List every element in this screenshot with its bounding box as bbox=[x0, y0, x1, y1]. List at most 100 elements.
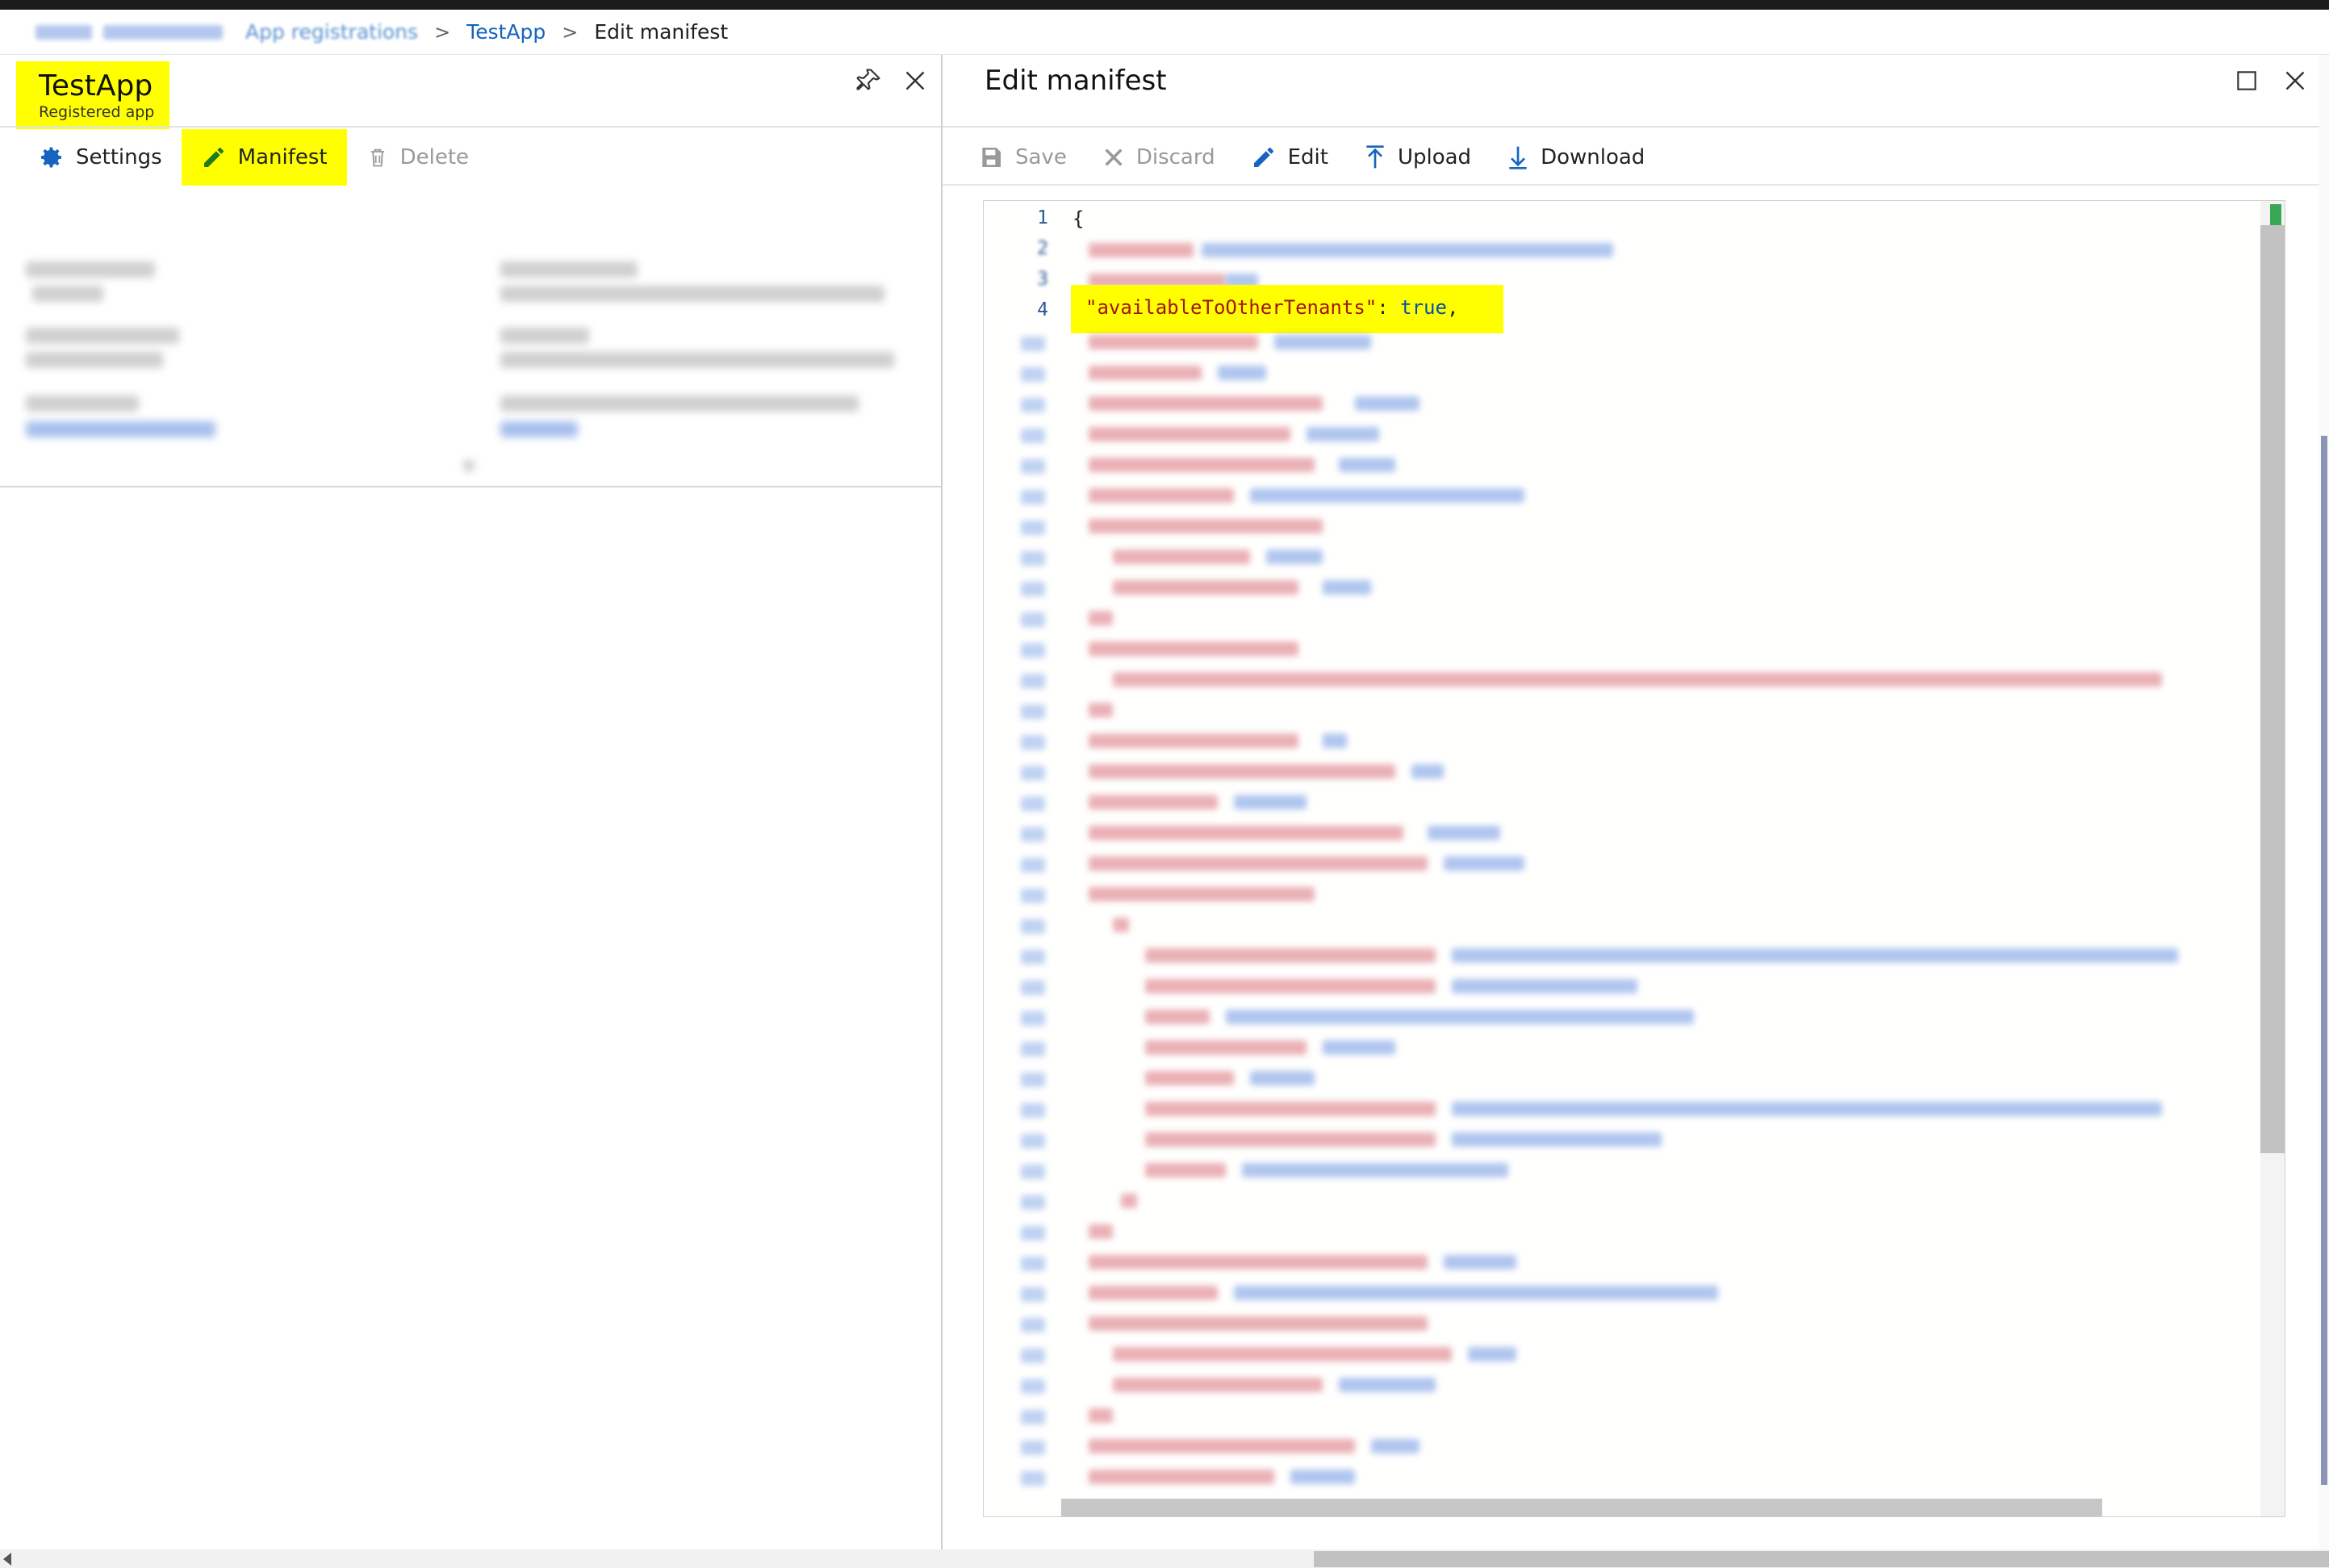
redacted-code bbox=[1323, 734, 1347, 748]
vertical-scrollbar-thumb[interactable] bbox=[2260, 225, 2285, 1153]
redacted-code bbox=[1089, 642, 1298, 656]
blade-title: Edit manifest bbox=[985, 65, 1167, 97]
delete-label: Delete bbox=[399, 145, 470, 169]
page-vertical-scrollbar-thumb[interactable] bbox=[2321, 436, 2327, 1485]
redacted-line-number bbox=[1021, 981, 1045, 995]
redacted-code bbox=[1113, 1347, 1452, 1361]
redacted-label bbox=[500, 328, 589, 344]
redacted-line-number bbox=[1021, 919, 1045, 934]
upload-button[interactable]: Upload bbox=[1364, 129, 1489, 186]
redacted-line-number bbox=[1021, 429, 1045, 443]
redacted-line-number bbox=[1021, 1226, 1045, 1240]
discard-button[interactable]: Discard bbox=[1102, 129, 1233, 186]
delete-button[interactable]: Delete bbox=[347, 129, 488, 186]
redacted-line-number bbox=[1021, 705, 1045, 719]
redacted-line-number bbox=[1021, 889, 1045, 903]
line-number: 3 bbox=[1037, 269, 1048, 290]
manifest-label: Manifest bbox=[237, 145, 328, 169]
breadcrumb-item-redacted[interactable] bbox=[36, 24, 92, 40]
breadcrumb-item-testapp[interactable]: TestApp bbox=[466, 20, 546, 44]
edit-button[interactable]: Edit bbox=[1251, 129, 1346, 186]
redacted-code bbox=[1113, 672, 2162, 687]
redacted-code bbox=[1089, 1408, 1113, 1423]
redacted-code bbox=[1089, 1255, 1428, 1269]
redacted-line-number bbox=[1021, 521, 1045, 535]
breadcrumb-item-redacted[interactable] bbox=[103, 24, 223, 40]
redacted-code bbox=[1452, 948, 2178, 963]
redacted-code bbox=[1250, 488, 1524, 503]
redacted-code bbox=[1113, 580, 1298, 595]
save-button[interactable]: Save bbox=[978, 129, 1085, 186]
redacted-code bbox=[1089, 856, 1428, 871]
close-icon[interactable] bbox=[2281, 66, 2310, 95]
redacted-code bbox=[1444, 1255, 1516, 1269]
redacted-code bbox=[1290, 1470, 1355, 1484]
download-button[interactable]: Download bbox=[1507, 129, 1662, 186]
redacted-code bbox=[1145, 1102, 1436, 1116]
redacted-line-number bbox=[1021, 674, 1045, 688]
redacted-value bbox=[32, 286, 103, 302]
resize-handle[interactable] bbox=[463, 460, 475, 471]
redacted-link[interactable] bbox=[26, 421, 215, 437]
redacted-code bbox=[1089, 887, 1315, 901]
redacted-code bbox=[1274, 335, 1371, 349]
edit-label: Edit bbox=[1287, 145, 1328, 169]
redacted-line-number bbox=[1021, 551, 1045, 566]
redacted-line-number bbox=[1021, 1256, 1045, 1271]
breadcrumb-item-app-registrations[interactable]: App registrations bbox=[245, 20, 418, 44]
redacted-code bbox=[1468, 1347, 1516, 1361]
redacted-code bbox=[1121, 1194, 1137, 1208]
redacted-line-number bbox=[1021, 459, 1045, 474]
manifest-toolbar: Save Discard Edit Upload Download bbox=[978, 129, 1680, 186]
app-toolbar: Settings Manifest Delete bbox=[19, 129, 488, 186]
divider bbox=[943, 126, 2329, 128]
close-icon[interactable] bbox=[901, 66, 930, 95]
download-label: Download bbox=[1541, 145, 1645, 169]
redacted-line-number bbox=[1021, 1073, 1045, 1087]
redacted-line-number bbox=[1021, 1287, 1045, 1302]
discard-label: Discard bbox=[1135, 145, 1215, 169]
redacted-line-number bbox=[1021, 1042, 1045, 1056]
settings-button[interactable]: Settings bbox=[19, 129, 182, 186]
horizontal-scrollbar-thumb[interactable] bbox=[1061, 1499, 2102, 1516]
redacted-value bbox=[500, 286, 884, 302]
redacted-code bbox=[1089, 1224, 1113, 1239]
maximize-icon[interactable] bbox=[2234, 68, 2260, 94]
blade-header: TestApp Registered app bbox=[16, 61, 169, 129]
redacted-line-number bbox=[1021, 1103, 1045, 1118]
redacted-line-number bbox=[1021, 337, 1045, 351]
redacted-code bbox=[1089, 703, 1113, 717]
redacted-line-number bbox=[1021, 766, 1045, 780]
redacted-label bbox=[26, 261, 155, 278]
json-value: true bbox=[1400, 296, 1447, 319]
redacted-line-number bbox=[1021, 1318, 1045, 1332]
gear-icon bbox=[40, 147, 61, 168]
page-horizontal-scrollbar-thumb[interactable] bbox=[1314, 1551, 2329, 1567]
redacted-link[interactable] bbox=[500, 421, 578, 437]
essentials-panel bbox=[0, 186, 941, 487]
redacted-line-number bbox=[1021, 735, 1045, 750]
redacted-code bbox=[1089, 611, 1113, 625]
pin-icon[interactable] bbox=[854, 66, 883, 95]
app-blade: TestApp Registered app Settings Manifest… bbox=[0, 55, 943, 1549]
pencil-icon bbox=[203, 148, 224, 167]
scroll-left-icon[interactable] bbox=[3, 1553, 11, 1566]
chevron-right-icon: > bbox=[434, 20, 451, 44]
redacted-code bbox=[1145, 1040, 1307, 1055]
redacted-code bbox=[1145, 1132, 1436, 1147]
redacted-code bbox=[1428, 826, 1500, 840]
manifest-code-editor[interactable]: 1 2 3 4 { "availableToOtherTenants": tru… bbox=[983, 200, 2285, 1517]
redacted-code bbox=[1089, 764, 1395, 779]
manifest-button[interactable]: Manifest bbox=[181, 129, 347, 186]
trash-icon bbox=[370, 148, 384, 167]
redacted-code bbox=[1371, 1439, 1420, 1453]
redacted-line-number bbox=[1021, 950, 1045, 964]
redacted-code bbox=[1089, 826, 1403, 840]
redacted-code bbox=[1452, 1102, 2162, 1116]
redacted-line-number bbox=[1021, 490, 1045, 504]
redacted-line-number bbox=[1021, 827, 1045, 842]
redacted-code bbox=[1089, 427, 1290, 441]
line-number: 4 bbox=[1037, 299, 1048, 320]
redacted-code bbox=[1089, 488, 1234, 503]
redacted-code bbox=[1089, 335, 1258, 349]
